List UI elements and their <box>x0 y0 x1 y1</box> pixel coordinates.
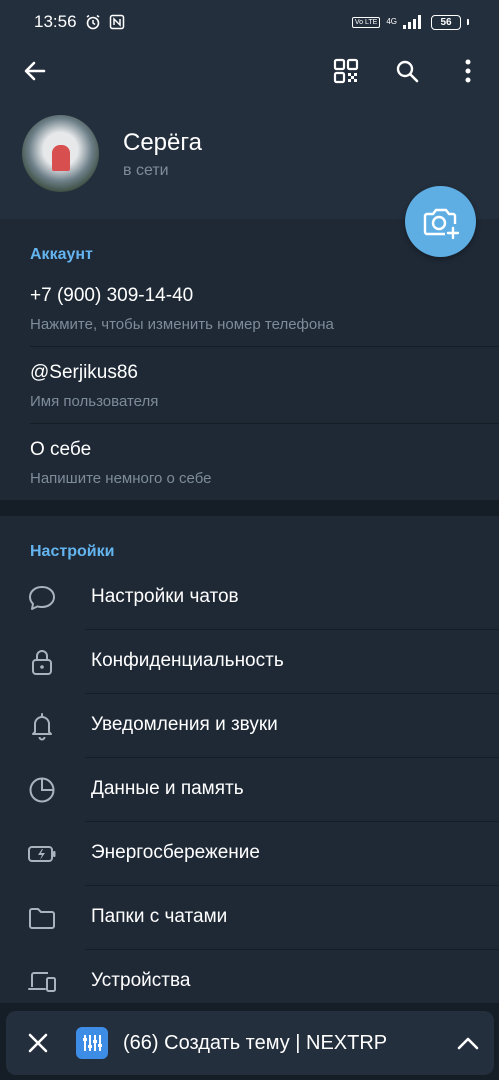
phone-field[interactable]: +7 (900) 309-14-40 Нажмите, чтобы измени… <box>0 271 499 347</box>
floating-app-title: (66) Создать тему | NEXTRP <box>123 1032 388 1054</box>
search-icon <box>396 60 419 83</box>
search-button[interactable] <box>387 51 427 91</box>
settings-item-label: Данные и память <box>91 778 244 799</box>
battery-level: 56 <box>431 14 461 30</box>
floating-app-bar[interactable]: (66) Создать тему | NEXTRP <box>6 1011 494 1075</box>
expand-button[interactable] <box>450 1027 486 1059</box>
username-field[interactable]: @Serjikus86 Имя пользователя <box>0 347 499 424</box>
close-button[interactable] <box>22 1027 54 1059</box>
equalizer-icon <box>83 1035 102 1051</box>
app-icon <box>76 1027 108 1059</box>
nfc-icon <box>109 14 124 30</box>
avatar[interactable] <box>22 115 99 192</box>
bell-icon <box>32 713 52 741</box>
settings-item-folders[interactable]: Папки с чатами <box>0 886 499 950</box>
settings-item-label: Папки с чатами <box>91 906 228 927</box>
settings-item-label: Настройки чатов <box>91 586 239 607</box>
settings-item-label: Устройства <box>91 970 191 991</box>
back-button[interactable] <box>15 51 55 91</box>
account-section-title: Аккаунт <box>30 246 93 263</box>
volte-badge: Vo LTE <box>351 16 381 28</box>
settings-item-chats[interactable]: Настройки чатов <box>0 566 499 630</box>
folder-icon <box>29 908 55 929</box>
set-photo-button[interactable] <box>405 186 476 257</box>
account-section: Аккаунт +7 (900) 309-14-40 Нажмите, чтоб… <box>0 219 499 500</box>
settings-item-data[interactable]: Данные и память <box>0 758 499 822</box>
chat-bubble-icon <box>29 586 55 610</box>
phone-hint: Нажмите, чтобы изменить номер телефона <box>30 316 334 333</box>
network-type: 4G <box>386 17 397 26</box>
settings-item-notifications[interactable]: Уведомления и звуки <box>0 694 499 758</box>
battery-bolt-icon <box>28 846 56 862</box>
signal-icon <box>403 15 421 29</box>
phone-value: +7 (900) 309-14-40 <box>30 285 194 306</box>
profile-status: в сети <box>123 162 169 179</box>
settings-item-label: Конфиденциальность <box>91 650 284 671</box>
more-button[interactable] <box>448 51 488 91</box>
status-bar: 13:56 Vo LTE 4G 56 <box>0 0 499 44</box>
devices-icon <box>28 972 56 992</box>
lock-icon <box>32 650 52 675</box>
close-icon <box>28 1033 48 1053</box>
back-arrow-icon <box>24 61 46 81</box>
bio-value: О себе <box>30 439 92 460</box>
settings-item-label: Энергосбережение <box>91 842 260 863</box>
bio-field[interactable]: О себе Напишите немного о себе <box>0 424 499 500</box>
username-hint: Имя пользователя <box>30 393 159 410</box>
profile-name: Серёга <box>123 129 202 156</box>
qr-code-icon <box>333 58 359 84</box>
settings-item-label: Уведомления и звуки <box>91 714 278 735</box>
pie-chart-icon <box>29 777 55 803</box>
settings-item-privacy[interactable]: Конфиденциальность <box>0 630 499 694</box>
username-value: @Serjikus86 <box>30 362 138 383</box>
battery-icon <box>467 19 469 25</box>
settings-section: Настройки Настройки чатов Конфиденциальн… <box>0 516 499 1003</box>
qr-code-button[interactable] <box>326 51 366 91</box>
bio-hint: Напишите немного о себе <box>30 470 212 487</box>
more-vertical-icon <box>465 59 471 83</box>
status-time: 13:56 <box>34 12 77 31</box>
settings-section-title: Настройки <box>30 543 115 560</box>
alarm-icon <box>86 14 99 30</box>
camera-add-icon <box>423 208 459 239</box>
chevron-up-icon <box>457 1037 479 1050</box>
settings-item-power-saving[interactable]: Энергосбережение <box>0 822 499 886</box>
settings-item-devices[interactable]: Устройства <box>0 950 499 1014</box>
